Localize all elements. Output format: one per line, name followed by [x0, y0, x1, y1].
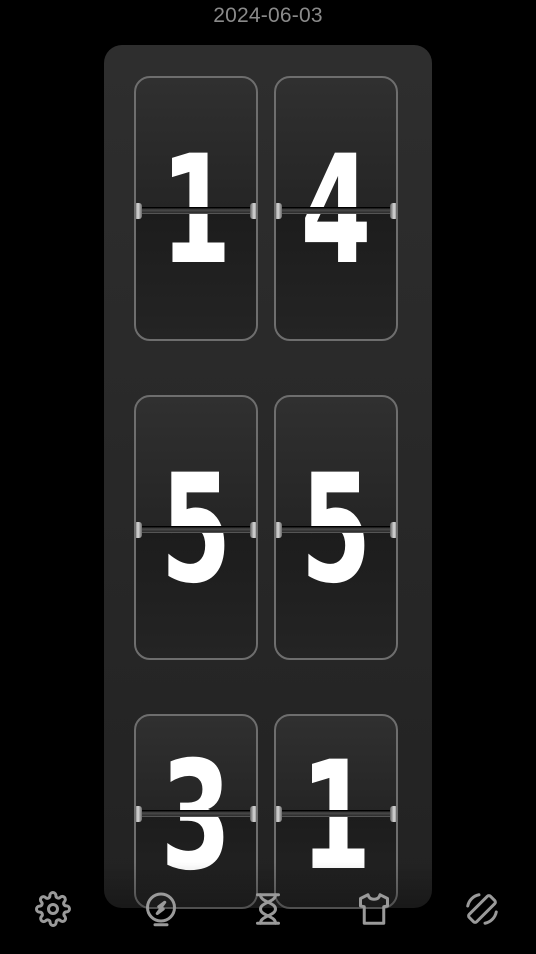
- hinge-line: [136, 811, 256, 816]
- hour-tens-card: 1: [134, 76, 258, 341]
- hinge-knob: [276, 203, 282, 219]
- rotate-button[interactable]: [460, 885, 504, 933]
- hinge-knob: [136, 806, 142, 822]
- hinge-knob: [136, 522, 142, 538]
- hinge-line: [276, 811, 396, 816]
- timer-button[interactable]: [246, 885, 290, 933]
- hour-ones-card: 4: [274, 76, 398, 341]
- hinge-knob: [276, 522, 282, 538]
- hinge-knob: [250, 522, 256, 538]
- shirt-icon: [359, 893, 389, 925]
- hinge-knob: [390, 522, 396, 538]
- theme-button[interactable]: [352, 885, 396, 933]
- hinge-line: [136, 208, 256, 213]
- hinge-line: [276, 208, 396, 213]
- hinge-knob: [250, 203, 256, 219]
- rotate-screen-icon: [466, 893, 498, 925]
- gear-icon: [35, 891, 71, 927]
- hinge-knob: [390, 203, 396, 219]
- hinge-knob: [276, 806, 282, 822]
- compass-button[interactable]: [139, 885, 183, 933]
- settings-button[interactable]: [31, 885, 75, 933]
- minute-tens-card: 5: [134, 395, 258, 660]
- hinge-knob: [390, 806, 396, 822]
- date-label: 2024-06-03: [213, 4, 323, 27]
- hinge-line: [276, 527, 396, 532]
- hourglass-icon: [256, 893, 280, 925]
- hinge-knob: [136, 203, 142, 219]
- hinge-knob: [250, 806, 256, 822]
- bottom-toolbar: [0, 885, 536, 935]
- compass-icon: [146, 892, 176, 927]
- hinge-line: [136, 527, 256, 532]
- minute-ones-card: 5: [274, 395, 398, 660]
- flip-clock-screen: 2024-06-03 1 4 5 5 3 1: [0, 0, 536, 954]
